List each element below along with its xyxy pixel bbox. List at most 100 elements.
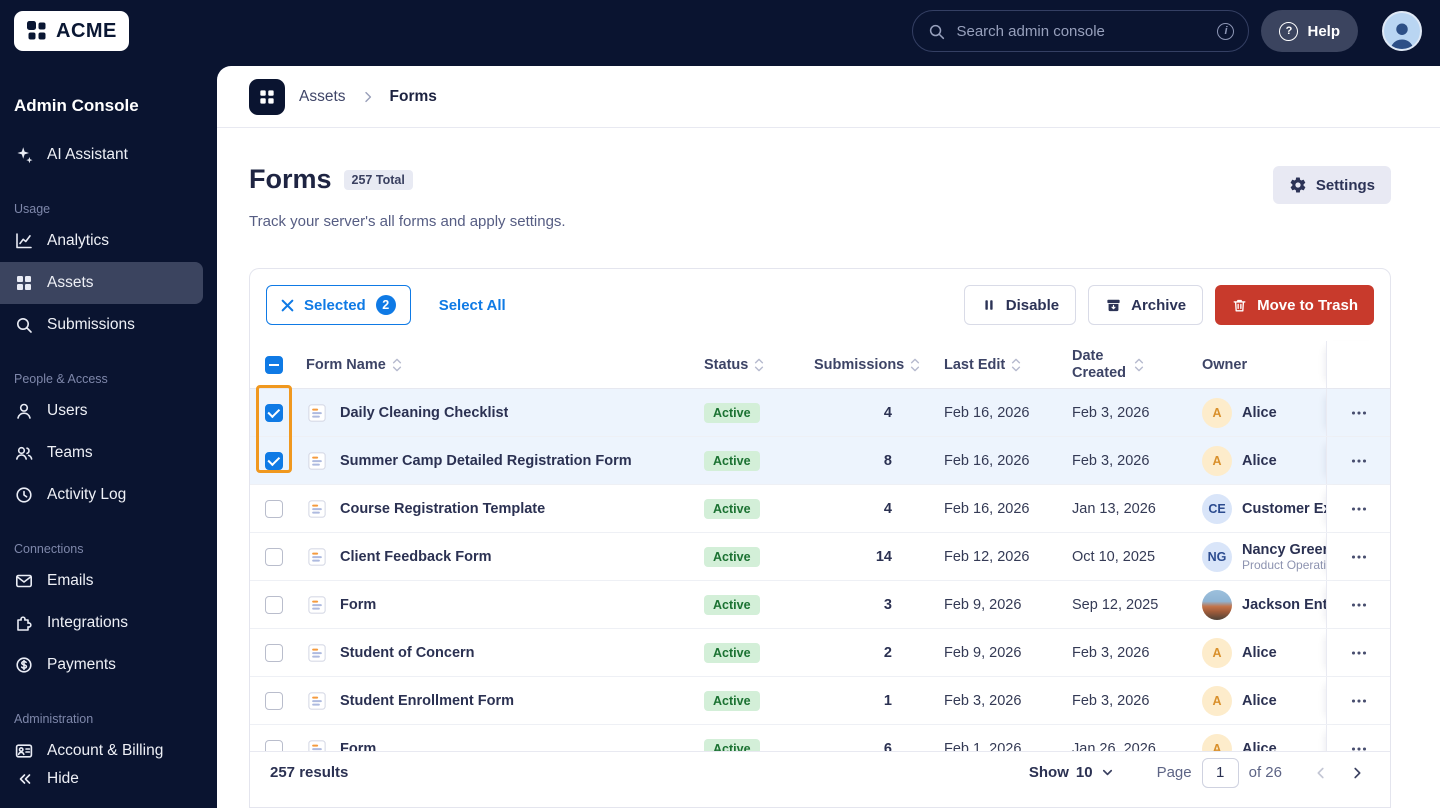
page-number-input[interactable] — [1201, 757, 1239, 788]
form-name-link[interactable]: Client Feedback Form — [340, 549, 491, 565]
acme-logo[interactable]: ACME — [14, 11, 129, 51]
column-header-status[interactable]: Status — [692, 357, 804, 373]
sidebar-item-activity-log[interactable]: Activity Log — [0, 474, 203, 516]
form-name-link[interactable]: Form — [340, 597, 376, 613]
previous-page-button[interactable] — [1308, 760, 1334, 786]
status-badge: Active — [704, 594, 760, 615]
row-menu-button[interactable] — [1343, 397, 1375, 429]
form-name-link[interactable]: Student of Concern — [340, 645, 475, 661]
page-size-dropdown[interactable]: Show 10 — [1029, 764, 1115, 781]
sidebar-section-usage: Usage — [14, 202, 51, 216]
row-checkbox[interactable] — [265, 691, 283, 710]
form-icon — [308, 691, 326, 710]
assets-breadcrumb-icon — [249, 78, 285, 115]
column-header-owner[interactable]: Owner — [1190, 357, 1326, 373]
sidebar-item-label: Submissions — [47, 316, 135, 333]
status-badge: Active — [704, 450, 760, 471]
row-menu-button[interactable] — [1343, 493, 1375, 525]
row-menu-button[interactable] — [1343, 685, 1375, 717]
row-menu-button[interactable] — [1343, 637, 1375, 669]
sort-icon — [755, 358, 764, 371]
selected-filter-button[interactable]: Selected 2 — [266, 285, 411, 325]
form-icon — [308, 499, 326, 518]
sidebar-item-assets[interactable]: Assets — [0, 262, 203, 304]
column-header-submissions[interactable]: Submissions — [804, 357, 932, 373]
form-icon — [308, 547, 326, 566]
main-panel: Assets Forms Forms 257 Total Settings Tr… — [217, 66, 1440, 808]
sidebar-hide-button[interactable]: Hide — [0, 758, 203, 800]
owner-avatar: CE — [1202, 493, 1232, 524]
select-all-button[interactable]: Select All — [439, 297, 506, 314]
user-avatar[interactable] — [1382, 11, 1422, 51]
row-menu-button[interactable] — [1343, 541, 1375, 573]
sidebar-section-people: People & Access — [14, 372, 108, 386]
chevron-right-icon — [360, 89, 376, 105]
row-checkbox[interactable] — [265, 499, 283, 518]
sidebar-item-label: Teams — [47, 444, 93, 461]
breadcrumb-assets-link[interactable]: Assets — [299, 88, 346, 106]
table-row: Daily Cleaning Checklist Active 4 Feb 16… — [250, 389, 1390, 437]
sidebar-item-users[interactable]: Users — [0, 390, 203, 432]
row-menu-button[interactable] — [1343, 445, 1375, 477]
row-checkbox[interactable] — [265, 451, 283, 470]
row-checkbox[interactable] — [265, 595, 283, 614]
sort-icon — [1012, 358, 1021, 371]
form-name-link[interactable]: Daily Cleaning Checklist — [340, 405, 508, 421]
sidebar-section-administration: Administration — [14, 712, 94, 726]
column-header-form-name[interactable]: Form Name — [298, 357, 692, 373]
show-label: Show — [1028, 764, 1069, 781]
last-edit-date: Feb 9, 2026 — [944, 644, 1022, 661]
owner-name: Nancy Green — [1242, 541, 1326, 558]
last-edit-date: Feb 16, 2026 — [944, 500, 1030, 517]
sidebar-item-teams[interactable]: Teams — [0, 432, 203, 474]
row-menu-button[interactable] — [1343, 589, 1375, 621]
last-edit-date: Feb 3, 2026 — [944, 692, 1022, 709]
sidebar-item-ai-assistant[interactable]: AI Assistant — [0, 134, 203, 176]
row-checkbox[interactable] — [265, 403, 283, 422]
total-count-badge: 257 Total — [343, 170, 413, 190]
owner-name: Alice — [1242, 404, 1277, 421]
move-to-trash-button[interactable]: Move to Trash — [1215, 285, 1374, 325]
form-name-link[interactable]: Summer Camp Detailed Registration Form — [340, 453, 632, 469]
sort-icon — [1134, 358, 1144, 371]
sidebar-item-label: Assets — [47, 274, 94, 291]
search-input[interactable] — [956, 22, 1208, 40]
sort-icon — [911, 358, 920, 371]
owner-avatar: NG — [1202, 541, 1232, 572]
archive-button[interactable]: Archive — [1088, 285, 1204, 325]
search-icon — [927, 22, 946, 41]
form-name-link[interactable]: Course Registration Template — [340, 501, 545, 517]
row-checkbox[interactable] — [265, 643, 283, 662]
sidebar-item-analytics[interactable]: Analytics — [0, 220, 203, 262]
chevron-down-icon — [1102, 769, 1112, 776]
last-edit-date: Feb 9, 2026 — [944, 596, 1022, 613]
owner-avatar: A — [1202, 445, 1232, 476]
help-button[interactable]: ? Help — [1261, 10, 1358, 52]
sidebar-item-payments[interactable]: Payments — [0, 644, 203, 686]
form-name-link[interactable]: Student Enrollment Form — [340, 693, 514, 709]
sidebar-item-integrations[interactable]: Integrations — [0, 602, 203, 644]
page-total: of 26 — [1248, 764, 1282, 781]
move-to-trash-label: Move to Trash — [1257, 296, 1358, 314]
sidebar-item-label: Payments — [47, 656, 116, 673]
search-info-icon[interactable]: i — [1217, 22, 1235, 40]
select-all-checkbox[interactable] — [265, 355, 283, 374]
settings-button[interactable]: Settings — [1272, 166, 1391, 204]
date-created: Feb 3, 2026 — [1072, 452, 1150, 469]
column-header-date-created[interactable]: Date Created — [1060, 348, 1190, 382]
column-header-last-edit[interactable]: Last Edit — [932, 357, 1060, 373]
column-label: Form Name — [306, 356, 386, 373]
sidebar-item-emails[interactable]: Emails — [0, 560, 203, 602]
breadcrumb: Assets Forms — [217, 66, 1440, 128]
sort-icon — [392, 358, 401, 371]
row-checkbox[interactable] — [265, 547, 283, 566]
last-edit-date: Feb 16, 2026 — [944, 404, 1030, 421]
next-page-button[interactable] — [1344, 760, 1370, 786]
admin-search: i — [912, 10, 1250, 52]
page-title: Forms — [249, 164, 332, 194]
table-row: Form Active 3 Feb 9, 2026 Sep 12, 2025 J… — [250, 581, 1390, 629]
settings-label: Settings — [1315, 176, 1375, 194]
envelope-icon — [15, 574, 32, 588]
disable-button[interactable]: Disable — [963, 285, 1077, 325]
sidebar-item-submissions[interactable]: Submissions — [0, 304, 203, 346]
